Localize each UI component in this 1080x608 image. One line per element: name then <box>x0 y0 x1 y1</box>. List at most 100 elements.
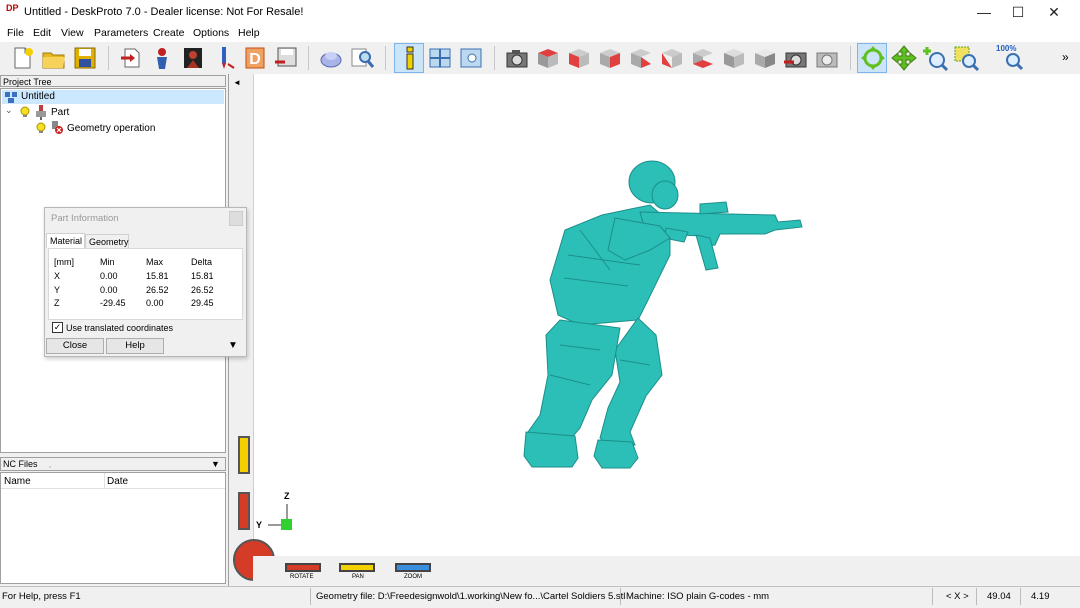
project-tree-header: Project Tree <box>0 75 226 87</box>
pan-slider-vertical[interactable] <box>238 436 250 474</box>
toolbar-separator <box>108 46 109 70</box>
row-z-delta: 29.45 <box>191 298 214 308</box>
minimize-button[interactable]: — <box>966 0 1002 24</box>
find-icon[interactable] <box>348 44 376 72</box>
object-view-icon[interactable] <box>317 44 345 72</box>
view-right-icon[interactable] <box>596 44 624 72</box>
tree-root-label: Untitled <box>21 91 55 102</box>
row-y-min: 0.00 <box>100 285 118 295</box>
camera-icon[interactable] <box>503 44 531 72</box>
project-icon <box>5 92 17 103</box>
toolbar-overflow-button[interactable]: » <box>1062 50 1069 64</box>
open-folder-icon[interactable] <box>40 44 68 72</box>
collapse-arrow-icon[interactable]: ◄ <box>233 78 241 87</box>
window-view-icon[interactable] <box>457 44 485 72</box>
axis-triad-icon <box>268 504 292 530</box>
rotate-slider[interactable] <box>285 563 321 572</box>
zoom-slider[interactable] <box>395 563 431 572</box>
new-file-icon[interactable] <box>8 44 36 72</box>
part-parameters-icon[interactable] <box>148 44 176 72</box>
camera-restore-icon[interactable] <box>813 44 841 72</box>
tree-operation-label[interactable]: Geometry operation <box>67 123 155 134</box>
row-y-axis: Y <box>54 285 61 295</box>
pan-slider[interactable] <box>339 563 375 572</box>
sort-caret-icon: ˇ <box>49 467 52 474</box>
nc-files-dropdown-icon[interactable]: ▼ <box>211 459 220 469</box>
table-header-unit: [mm] <box>54 257 74 267</box>
status-value-2: 4.19 <box>1031 591 1050 602</box>
axis-y-label: Y <box>256 520 263 530</box>
operation-icon[interactable]: D <box>241 44 269 72</box>
tool-icon[interactable] <box>210 44 238 72</box>
translated-coords-label: Use translated coordinates <box>66 323 174 333</box>
menu-create[interactable]: Create <box>153 27 185 39</box>
import-part-icon[interactable] <box>117 44 145 72</box>
dialog-help-btn[interactable]: Help <box>106 338 164 354</box>
camera-save-icon[interactable] <box>782 44 810 72</box>
nc-files-header: NC Files <box>0 457 226 471</box>
rotate-slider-vertical[interactable] <box>238 492 250 530</box>
nc-column-name[interactable]: Name <box>4 476 31 487</box>
pan-label: PAN <box>352 574 364 580</box>
status-separator <box>620 588 621 605</box>
window-title: Untitled - DeskProto 7.0 - Dealer licens… <box>24 6 304 18</box>
zoom-window-icon[interactable] <box>952 44 980 72</box>
dialog-expand-icon[interactable]: ▼ <box>228 340 238 351</box>
menu-options[interactable]: Options <box>193 27 229 39</box>
row-x-axis: X <box>54 271 61 281</box>
status-machine: Machine: ISO plain G-codes - mm <box>626 591 770 602</box>
tab-geometry-label: Geometry <box>89 237 129 247</box>
zoom-label: ZOOM <box>404 574 422 580</box>
nc-column-date[interactable]: Date <box>107 476 128 487</box>
view-front-icon[interactable] <box>565 44 593 72</box>
toolbar-separator <box>385 46 386 70</box>
3d-model-soldier[interactable] <box>520 160 810 472</box>
part-icon <box>36 105 46 120</box>
status-separator <box>976 588 977 605</box>
toolbar-separator <box>850 46 851 70</box>
row-x-min: 0.00 <box>100 271 118 281</box>
menu-help[interactable]: Help <box>238 27 260 39</box>
save-nc-icon[interactable] <box>272 44 300 72</box>
dialog-title: Part Information <box>51 213 119 224</box>
status-separator <box>932 588 933 605</box>
tree-collapse-chevron-icon[interactable]: ⌄ <box>5 105 13 116</box>
status-geometry-file: Geometry file: D:\Freedesignwold\1.worki… <box>316 591 626 602</box>
close-button[interactable]: ✕ <box>1036 0 1072 24</box>
row-x-delta: 15.81 <box>191 271 214 281</box>
part-image-icon[interactable] <box>179 44 207 72</box>
maximize-button[interactable]: ☐ <box>1000 0 1036 24</box>
menu-file[interactable]: File <box>7 27 24 39</box>
table-header-max: Max <box>146 257 164 267</box>
row-y-max: 26.52 <box>146 285 169 295</box>
view-back-icon[interactable] <box>627 44 655 72</box>
info-icon[interactable] <box>396 44 424 72</box>
dialog-close-btn[interactable]: Close <box>46 338 104 354</box>
tree-part-label[interactable]: Part <box>51 107 69 118</box>
view-iso-icon[interactable] <box>720 44 748 72</box>
operation-error-icon <box>52 121 63 134</box>
row-z-axis: Z <box>54 298 60 308</box>
table-header-delta: Delta <box>191 257 213 267</box>
view-left-icon[interactable] <box>658 44 686 72</box>
view-iso2-icon[interactable] <box>751 44 779 72</box>
zoom-in-icon[interactable] <box>921 44 949 72</box>
lightbulb-icon[interactable] <box>19 106 31 118</box>
menu-view[interactable]: View <box>61 27 84 39</box>
rotate-icon[interactable] <box>859 44 887 72</box>
save-icon[interactable] <box>71 44 99 72</box>
menu-parameters[interactable]: Parameters <box>94 27 148 39</box>
zoom-100-icon[interactable] <box>1000 44 1028 72</box>
title-bar: DP Untitled - DeskProto 7.0 - Dealer lic… <box>0 0 1080 24</box>
view-top-icon[interactable] <box>534 44 562 72</box>
split-view-icon[interactable] <box>426 44 454 72</box>
status-separator <box>310 588 311 605</box>
row-x-max: 15.81 <box>146 271 169 281</box>
translated-coords-checkbox[interactable]: ✓ <box>52 322 63 333</box>
dialog-close-button[interactable] <box>229 211 243 226</box>
view-bottom-icon[interactable] <box>689 44 717 72</box>
lightbulb-icon[interactable] <box>35 122 47 134</box>
status-separator <box>1020 588 1021 605</box>
pan-icon[interactable] <box>890 44 918 72</box>
menu-edit[interactable]: Edit <box>33 27 51 39</box>
